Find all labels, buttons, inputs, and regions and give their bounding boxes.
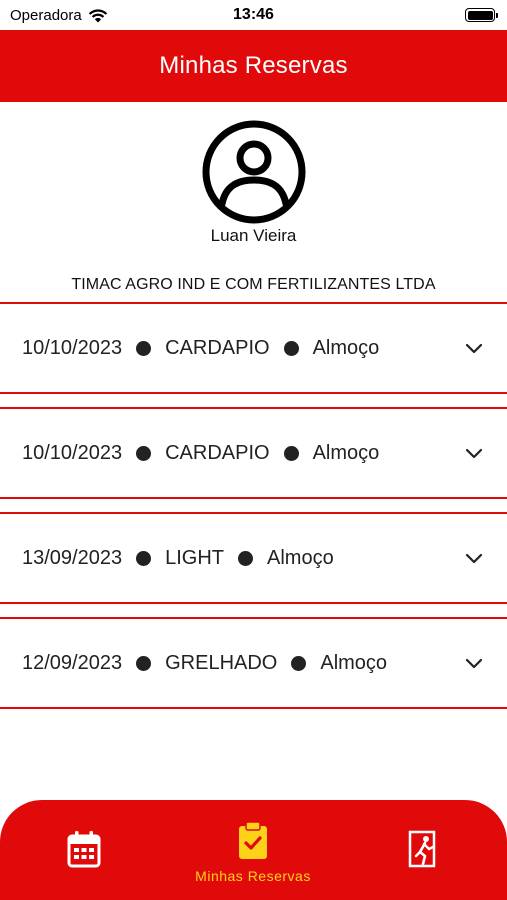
chevron-down-icon[interactable]: [463, 547, 485, 569]
reservation-summary: 12/09/2023 GRELHADO Almoço: [22, 652, 463, 675]
calendar-icon: [67, 831, 101, 868]
separator-dot-icon: [136, 655, 152, 671]
chevron-down-icon[interactable]: [463, 652, 485, 674]
reservation-summary: 13/09/2023 LIGHT Almoço: [22, 547, 463, 570]
separator-dot-icon: [283, 445, 299, 461]
reservation-menu: GRELHADO: [165, 651, 278, 674]
chevron-down-icon[interactable]: [463, 442, 485, 464]
separator-dot-icon: [238, 550, 254, 566]
separator-dot-icon: [136, 550, 152, 566]
nav-reservas-label: Minhas Reservas: [195, 868, 311, 884]
user-name: Luan Vieira: [210, 226, 297, 245]
reservation-meal: Almoço: [312, 336, 380, 359]
user-avatar-icon: [202, 120, 305, 224]
reservation-menu: CARDAPIO: [165, 441, 270, 464]
reservation-item[interactable]: 10/10/2023 CARDAPIO Almoço: [0, 407, 507, 499]
status-left: Operadora: [10, 7, 108, 24]
nav-reservas-tab[interactable]: Minhas Reservas: [173, 822, 333, 900]
reservation-meal: Almoço: [267, 546, 334, 569]
reservation-date: 12/09/2023: [22, 651, 123, 674]
chevron-down-icon[interactable]: [463, 337, 485, 359]
clipboard-check-icon: [239, 822, 267, 859]
header-bar: Minhas Reservas: [0, 30, 507, 102]
reservation-item[interactable]: 12/09/2023 GRELHADO Almoço: [0, 617, 507, 709]
page-title: Minhas Reservas: [159, 52, 348, 79]
reservation-meal: Almoço: [320, 651, 388, 674]
battery-fill: [467, 10, 493, 20]
reservation-summary: 10/10/2023 CARDAPIO Almoço: [22, 337, 463, 360]
reservation-menu: CARDAPIO: [165, 336, 270, 359]
app-screen: Operadora 13:46 Minhas Reservas Luan Vie…: [0, 0, 507, 900]
separator-dot-icon: [136, 445, 152, 461]
reservation-meal: Almoço: [312, 441, 380, 464]
separator-dot-icon: [291, 655, 307, 671]
reservation-item[interactable]: 10/10/2023 CARDAPIO Almoço: [0, 302, 507, 394]
exit-door-icon: [408, 830, 436, 868]
reservation-date: 10/10/2023: [22, 336, 123, 359]
reservation-menu: LIGHT: [165, 546, 225, 569]
reservation-summary: 10/10/2023 CARDAPIO Almoço: [22, 442, 463, 465]
carrier-label: Operadora: [10, 6, 82, 24]
company-name: TIMAC AGRO IND E COM FERTILIZANTES LTDA: [71, 276, 436, 293]
status-bar: Operadora 13:46: [0, 0, 507, 30]
nav-calendar-tab[interactable]: [62, 830, 106, 900]
separator-dot-icon: [136, 340, 152, 356]
separator-dot-icon: [283, 340, 299, 356]
reservation-date: 13/09/2023: [22, 546, 123, 569]
nav-exit-tab[interactable]: [401, 830, 445, 900]
reservation-item[interactable]: 13/09/2023 LIGHT Almoço: [0, 512, 507, 604]
reservation-date: 10/10/2023: [22, 441, 123, 464]
profile-section: Luan Vieira: [0, 118, 507, 246]
bottom-nav: Minhas Reservas: [0, 800, 507, 900]
battery-icon: [465, 8, 498, 22]
wifi-icon: [88, 8, 107, 22]
